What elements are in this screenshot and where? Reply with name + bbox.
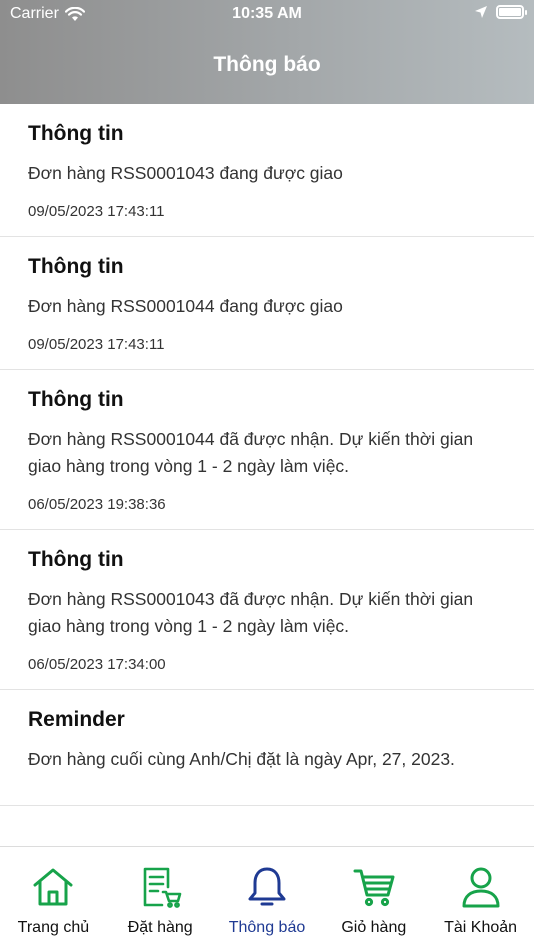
notification-title: Thông tin: [28, 548, 124, 571]
notification-message: Đơn hàng RSS0001044 đang được giao: [28, 296, 343, 316]
notification-item[interactable]: Thông tin Đơn hàng RSS0001043 đã được nh…: [0, 530, 534, 690]
app-header: Carrier 10:35 AM Thông báo: [0, 0, 534, 104]
notification-time: 06/05/2023 17:34:00: [28, 656, 166, 673]
order-icon: [143, 867, 182, 908]
tab-home[interactable]: Trang chủ: [0, 847, 107, 950]
bottom-tab-bar: Trang chủ Đặt hàng Thông báo Giỏ hàng Tà…: [0, 846, 534, 950]
notification-message: Đơn hàng cuối cùng Anh/Chị đặt là ngày A…: [28, 749, 455, 769]
notification-time: 06/05/2023 19:38:36: [28, 496, 166, 513]
notification-list[interactable]: Thông tin Đơn hàng RSS0001043 đang được …: [0, 104, 534, 846]
notification-item[interactable]: Reminder Đơn hàng cuối cùng Anh/Chị đặt …: [0, 690, 534, 806]
tab-notifications[interactable]: Thông báo: [214, 847, 321, 950]
location-arrow-icon: [475, 6, 487, 18]
notification-message: Đơn hàng RSS0001044 đã được nhận. Dự kiế…: [28, 429, 474, 476]
notification-title: Thông tin: [28, 255, 124, 278]
tab-label: Đặt hàng: [127, 919, 193, 936]
tab-cart[interactable]: Giỏ hàng: [320, 847, 427, 950]
status-icons: [474, 5, 527, 19]
notification-item[interactable]: Thông tin Đơn hàng RSS0001044 đã được nh…: [0, 370, 534, 530]
tab-label: Tài Khoản: [444, 919, 518, 936]
tab-account[interactable]: Tài Khoản: [427, 847, 534, 950]
notification-time: 09/05/2023 17:43:11: [28, 203, 165, 220]
status-time: 10:35 AM: [232, 5, 302, 22]
notification-message: Đơn hàng RSS0001043 đang được giao: [28, 163, 343, 183]
notification-time: 09/05/2023 17:43:11: [28, 336, 165, 353]
notification-title: Reminder: [28, 708, 125, 731]
battery-icon: [496, 5, 527, 19]
bell-icon: [248, 867, 286, 906]
page-title: Thông báo: [213, 53, 321, 76]
tab-label: Thông báo: [228, 919, 306, 936]
notification-message: Đơn hàng RSS0001043 đã được nhận. Dự kiế…: [28, 589, 474, 636]
tab-label: Giỏ hàng: [341, 919, 407, 936]
notification-item[interactable]: Thông tin Đơn hàng RSS0001044 đang được …: [0, 237, 534, 370]
cart-icon: [353, 869, 395, 907]
home-icon: [33, 868, 73, 906]
notification-title: Thông tin: [28, 388, 124, 411]
status-bar: Carrier 10:35 AM: [0, 0, 534, 28]
tab-order[interactable]: Đặt hàng: [107, 847, 214, 950]
user-icon: [462, 867, 500, 908]
notification-item[interactable]: Thông tin Đơn hàng RSS0001043 đang được …: [0, 104, 534, 237]
tab-label: Trang chủ: [17, 919, 90, 936]
notification-title: Thông tin: [28, 122, 124, 145]
